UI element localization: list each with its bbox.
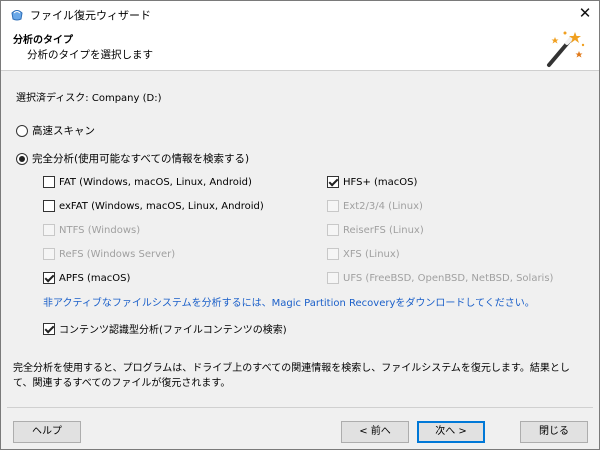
back-button[interactable]: < 前へ xyxy=(341,421,409,443)
quick-scan-label: 高速スキャン xyxy=(32,125,95,137)
title-bar: ファイル復元ウィザード ✕ xyxy=(1,1,599,27)
fs-exfat-label: exFAT (Windows, macOS, Linux, Android) xyxy=(59,200,264,212)
fs-ufs-option: UFS (FreeBSD, OpenBSD, NetBSD, Solaris) xyxy=(327,272,553,284)
fs-refs-checkbox xyxy=(43,248,55,260)
full-analysis-label: 完全分析(使用可能なすべての情報を検索する) xyxy=(32,153,250,165)
fs-ntfs-label: NTFS (Windows) xyxy=(59,224,141,236)
fs-ufs-checkbox xyxy=(327,272,339,284)
fs-ext-label: Ext2/3/4 (Linux) xyxy=(343,200,423,212)
fs-apfs-option[interactable]: APFS (macOS) xyxy=(43,272,130,284)
app-icon xyxy=(11,10,23,21)
magic-wand-icon xyxy=(547,31,585,67)
fs-ext-option: Ext2/3/4 (Linux) xyxy=(327,200,423,212)
content-analysis-option[interactable]: コンテンツ認識型分析(ファイルコンテンツの検索) xyxy=(43,321,287,336)
fs-reiserfs-label: ReiserFS (Linux) xyxy=(343,224,424,236)
fs-ntfs-option: NTFS (Windows) xyxy=(43,224,140,236)
wizard-window: ファイル復元ウィザード ✕ 分析のタイプ 分析のタイプを選択します 選択済ディス… xyxy=(0,0,600,450)
fs-exfat-checkbox[interactable] xyxy=(43,200,55,212)
fs-xfs-label: XFS (Linux) xyxy=(343,248,400,260)
close-button[interactable]: 閉じる xyxy=(520,421,588,443)
selected-disk-label: 選択済ディスク: Company (D:) xyxy=(16,93,162,104)
footer-divider xyxy=(7,407,593,408)
fs-xfs-checkbox xyxy=(327,248,339,260)
full-analysis-option[interactable]: 完全分析(使用可能なすべての情報を検索する) xyxy=(16,151,249,166)
page-title: 分析のタイプ xyxy=(13,35,73,46)
fs-fat-option[interactable]: FAT (Windows, macOS, Linux, Android) xyxy=(43,176,252,188)
info-text: 完全分析を使用すると、プログラムは、ドライブ上のすべての関連情報を検索し、ファイ… xyxy=(13,363,570,389)
fs-hfsplus-checkbox[interactable] xyxy=(327,176,339,188)
help-button[interactable]: ヘルプ xyxy=(13,421,81,443)
fs-xfs-option: XFS (Linux) xyxy=(327,248,400,260)
download-link[interactable]: 非アクティブなファイルシステムを分析するには、Magic Partition R… xyxy=(43,294,535,309)
fs-hfsplus-label: HFS+ (macOS) xyxy=(343,176,418,188)
fs-fat-label: FAT (Windows, macOS, Linux, Android) xyxy=(59,176,252,188)
fs-exfat-option[interactable]: exFAT (Windows, macOS, Linux, Android) xyxy=(43,200,264,212)
content-analysis-label: コンテンツ認識型分析(ファイルコンテンツの検索) xyxy=(59,325,287,336)
fs-reiserfs-option: ReiserFS (Linux) xyxy=(327,224,424,236)
quick-scan-radio[interactable] xyxy=(16,124,28,137)
fs-ntfs-checkbox xyxy=(43,224,55,236)
page-subtitle: 分析のタイプを選択します xyxy=(27,49,153,61)
fs-fat-checkbox[interactable] xyxy=(43,176,55,188)
wizard-header: 分析のタイプ 分析のタイプを選択します xyxy=(1,27,599,71)
fs-reiserfs-checkbox xyxy=(327,224,339,236)
quick-scan-option[interactable]: 高速スキャン xyxy=(16,123,95,138)
fs-apfs-label: APFS (macOS) xyxy=(59,272,131,284)
close-icon[interactable]: ✕ xyxy=(571,1,599,27)
fs-refs-option: ReFS (Windows Server) xyxy=(43,248,175,260)
next-button[interactable]: 次へ > xyxy=(417,421,485,443)
full-analysis-radio[interactable] xyxy=(16,152,28,165)
fs-apfs-checkbox[interactable] xyxy=(43,272,55,284)
content-analysis-checkbox[interactable] xyxy=(43,322,55,335)
fs-hfsplus-option[interactable]: HFS+ (macOS) xyxy=(327,176,417,188)
window-title: ファイル復元ウィザード xyxy=(30,9,151,22)
fs-ufs-label: UFS (FreeBSD, OpenBSD, NetBSD, Solaris) xyxy=(343,272,554,284)
fs-ext-checkbox xyxy=(327,200,339,212)
fs-refs-label: ReFS (Windows Server) xyxy=(59,248,176,260)
